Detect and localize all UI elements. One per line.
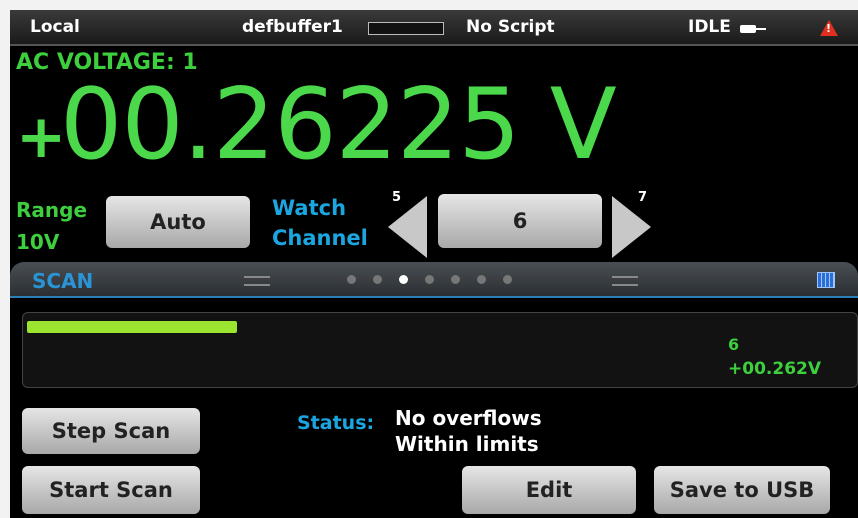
page-dot[interactable]	[347, 275, 356, 284]
scan-progress-bar	[27, 321, 447, 333]
scan-panel-body: 6 +00.262V Step Scan Start Scan Status: …	[10, 298, 858, 518]
local-indicator[interactable]: Local	[30, 17, 80, 37]
plug-icon	[740, 25, 766, 33]
next-channel-arrow-icon[interactable]	[612, 196, 651, 258]
watch-label: Watch	[272, 196, 347, 220]
swipe-handle-icon[interactable]	[244, 276, 270, 286]
step-scan-button[interactable]: Step Scan	[22, 408, 200, 454]
page-dot[interactable]	[425, 275, 434, 284]
scan-panel-header[interactable]: SCAN	[10, 262, 858, 298]
scan-progress-fill	[27, 321, 237, 333]
page-dot[interactable]	[503, 275, 512, 284]
scan-channel-reading: +00.262V	[728, 359, 822, 379]
buffer-indicator[interactable]: defbuffer1	[242, 17, 343, 37]
reading-sign: +	[16, 102, 67, 172]
channel-label: Channel	[272, 226, 368, 250]
grid-icon[interactable]	[817, 272, 835, 288]
edit-button[interactable]: Edit	[462, 466, 636, 514]
save-to-usb-button[interactable]: Save to USB	[654, 466, 830, 514]
status-line-overflow: No overflows	[395, 406, 542, 430]
status-bar: Local defbuffer1 No Script IDLE	[10, 10, 858, 46]
range-auto-button[interactable]: Auto	[106, 196, 250, 248]
range-label: Range	[16, 198, 88, 222]
scan-title: SCAN	[32, 269, 94, 293]
instrument-screen: Local defbuffer1 No Script IDLE AC VOLTA…	[10, 10, 858, 518]
reading-value: 00.26225 V	[60, 68, 617, 182]
start-scan-button[interactable]: Start Scan	[22, 466, 200, 514]
scan-progress-panel: 6 +00.262V	[22, 312, 858, 388]
scan-channel-number: 6	[728, 335, 740, 354]
page-dot[interactable]	[399, 275, 408, 284]
page-dot[interactable]	[477, 275, 486, 284]
swipe-handle-icon[interactable]	[612, 276, 638, 286]
next-channel-number: 7	[638, 190, 648, 205]
status-line-limits: Within limits	[395, 432, 539, 456]
prev-channel-arrow-icon[interactable]	[388, 196, 427, 258]
buffer-fill-bar	[368, 22, 444, 35]
state-indicator[interactable]: IDLE	[688, 17, 731, 37]
status-label: Status:	[297, 412, 375, 434]
page-dot[interactable]	[451, 275, 460, 284]
script-indicator[interactable]: No Script	[466, 17, 555, 37]
warning-icon[interactable]	[820, 20, 838, 36]
page-dot[interactable]	[373, 275, 382, 284]
range-value: 10V	[16, 230, 60, 254]
watch-channel-button[interactable]: 6	[438, 194, 602, 248]
